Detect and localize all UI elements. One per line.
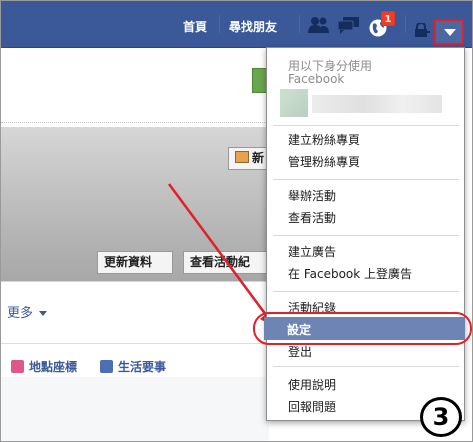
menu-item-report-problem[interactable]: 回報問題 [288,398,336,415]
menu-divider [273,291,459,292]
menu-item-advertise-on-facebook[interactable]: 在 Facebook 上登廣告 [288,265,412,282]
menu-item-help[interactable]: 使用說明 [288,376,336,393]
menu-divider [273,366,459,367]
menu-item-create-page[interactable]: 建立粉絲專頁 [288,131,360,148]
step-number-badge: 3 [420,397,462,437]
menu-divider [273,125,459,126]
blurred-profile-name[interactable] [312,95,442,113]
blurred-avatar[interactable] [280,89,308,117]
menu-item-log-out[interactable]: 登出 [288,343,312,360]
menu-item-view-events[interactable]: 查看活動 [288,209,336,226]
menu-item-create-event[interactable]: 舉辦活動 [288,187,336,204]
menu-divider [273,179,459,180]
menu-divider [273,235,459,236]
account-dropdown-menu: 用以下身分使用 Facebook 建立粉絲專頁 管理粉絲專頁 舉辦活動 查看活動… [266,47,465,421]
menu-item-manage-pages[interactable]: 管理粉絲專頁 [288,153,360,170]
annotation-highlight-ring [253,312,472,345]
facebook-label: Facebook [288,72,345,86]
menu-item-create-ad[interactable]: 建立廣告 [288,243,336,260]
